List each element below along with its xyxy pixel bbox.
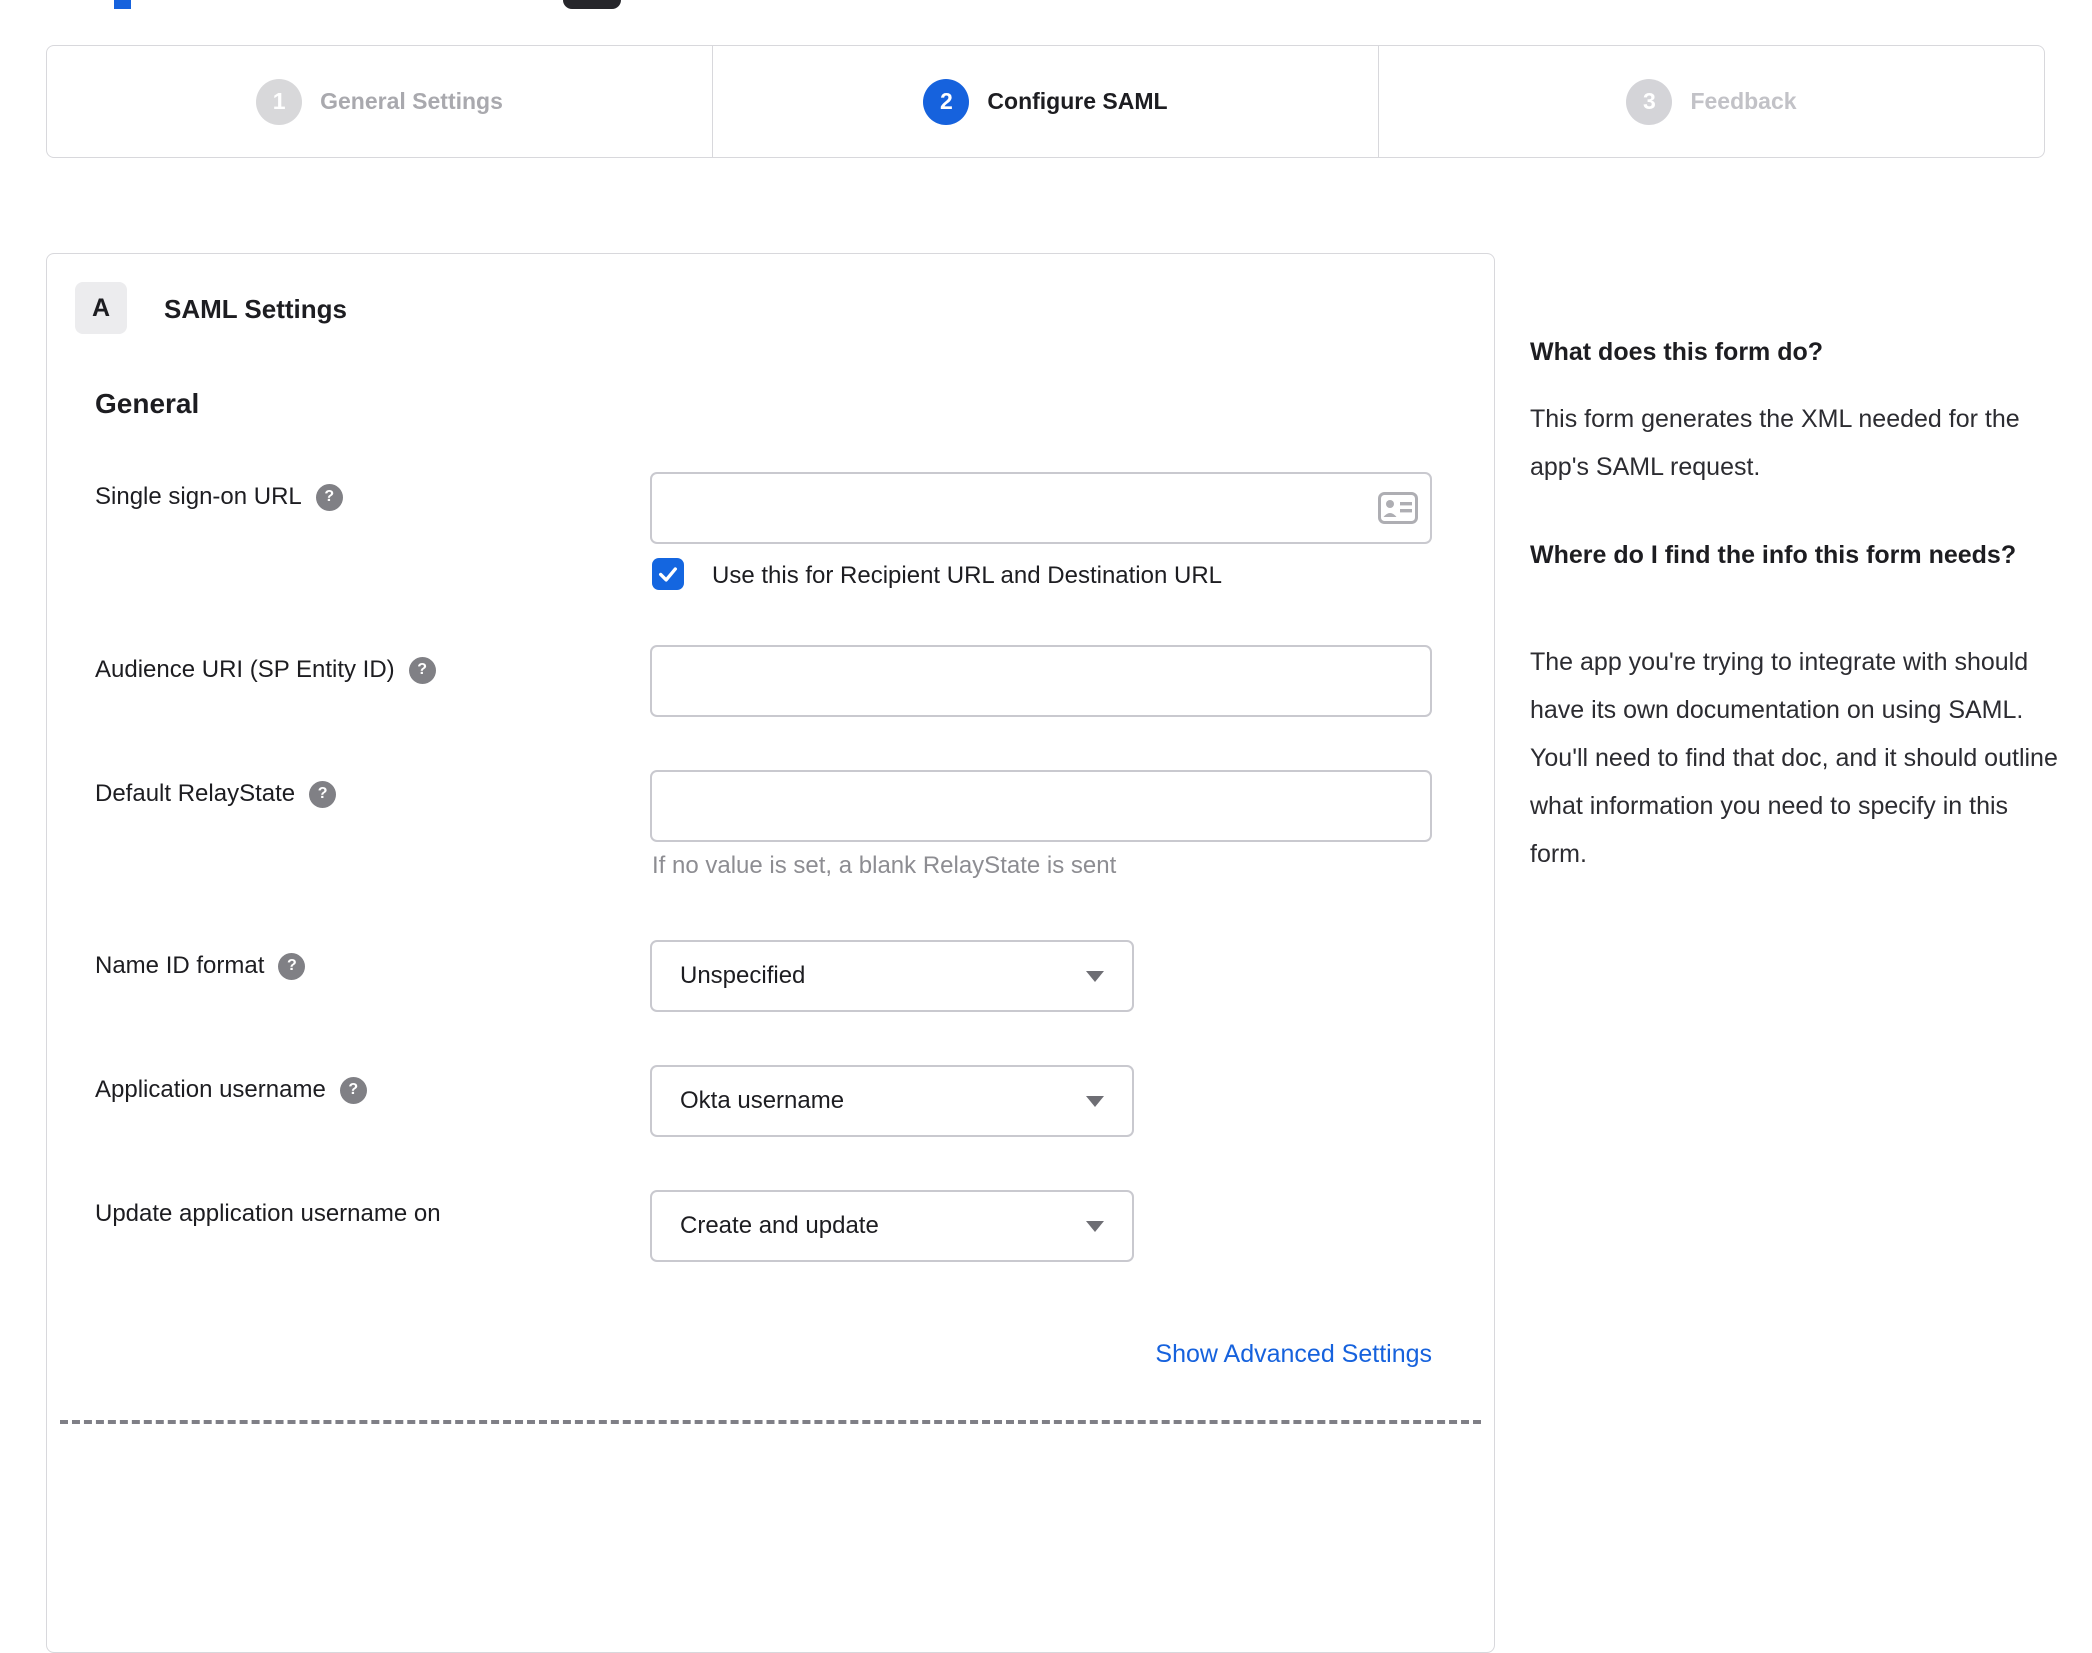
application-username-value: Okta username [680, 1087, 845, 1114]
section-a-badge: A [75, 282, 127, 334]
help-icon[interactable]: ? [339, 1076, 367, 1104]
audience-uri-input[interactable] [650, 645, 1432, 717]
update-username-label: Update application username on [95, 1200, 441, 1228]
application-username-label: Application username ? [95, 1076, 367, 1104]
dashed-divider [60, 1420, 1481, 1424]
relay-state-label-text: Default RelayState [95, 780, 296, 807]
recipient-url-checkbox[interactable] [652, 558, 684, 590]
sso-url-label: Single sign-on URL ? [95, 483, 343, 511]
step-3-label: Feedback [1690, 88, 1797, 114]
cutoff-dark-icon-fragment [563, 0, 621, 9]
step-feedback[interactable]: 3 Feedback [1379, 46, 2044, 157]
step-3-circle: 3 [1626, 78, 1673, 125]
show-advanced-settings-link[interactable]: Show Advanced Settings [1114, 1340, 1432, 1369]
name-id-format-select[interactable]: Unspecified [650, 940, 1134, 1012]
audience-uri-label: Audience URI (SP Entity ID) ? [95, 656, 436, 684]
sidebar-heading-2: Where do I find the info this form needs… [1530, 541, 2017, 569]
chevron-down-icon [1086, 970, 1104, 982]
update-username-select[interactable]: Create and update [650, 1190, 1134, 1262]
name-id-format-label-text: Name ID format [95, 952, 265, 979]
recipient-url-checkbox-label[interactable]: Use this for Recipient URL and Destinati… [712, 562, 1222, 590]
chevron-down-icon [1086, 1095, 1104, 1107]
sidebar-heading-1: What does this form do? [1530, 338, 1824, 366]
sso-url-input[interactable] [650, 472, 1432, 544]
relay-state-helper-text: If no value is set, a blank RelayState i… [652, 852, 1117, 879]
relay-state-label: Default RelayState ? [95, 780, 337, 808]
help-icon[interactable]: ? [315, 483, 343, 511]
step-2-label: Configure SAML [987, 88, 1168, 114]
name-id-format-value: Unspecified [680, 962, 806, 989]
cutoff-blue-fragment [114, 0, 131, 9]
general-section-heading: General [95, 388, 200, 419]
sidebar-body-1: This form generates the XML needed for t… [1530, 405, 2020, 481]
step-general-settings[interactable]: 1 General Settings [47, 46, 713, 157]
checkmark-icon [659, 567, 677, 582]
chevron-down-icon [1086, 1220, 1104, 1232]
step-configure-saml[interactable]: 2 Configure SAML [713, 46, 1379, 157]
help-icon[interactable]: ? [278, 952, 306, 980]
contact-card-icon [1378, 492, 1418, 524]
audience-uri-label-text: Audience URI (SP Entity ID) [95, 656, 395, 683]
sidebar-body-2: The app you're trying to integrate with … [1530, 648, 2058, 868]
update-username-value: Create and update [680, 1212, 879, 1239]
application-username-select[interactable]: Okta username [650, 1065, 1134, 1137]
application-username-label-text: Application username [95, 1076, 326, 1103]
step-1-label: General Settings [320, 88, 503, 114]
step-2-circle: 2 [923, 78, 970, 125]
wizard-stepper: 1 General Settings 2 Configure SAML 3 Fe… [46, 45, 2045, 158]
step-1-circle: 1 [256, 78, 303, 125]
sso-url-label-text: Single sign-on URL [95, 483, 302, 510]
relay-state-input[interactable] [650, 770, 1432, 842]
help-icon[interactable]: ? [309, 780, 337, 808]
name-id-format-label: Name ID format ? [95, 952, 306, 980]
panel-title: SAML Settings [164, 294, 347, 324]
update-username-label-text: Update application username on [95, 1200, 441, 1227]
help-icon[interactable]: ? [408, 656, 436, 684]
